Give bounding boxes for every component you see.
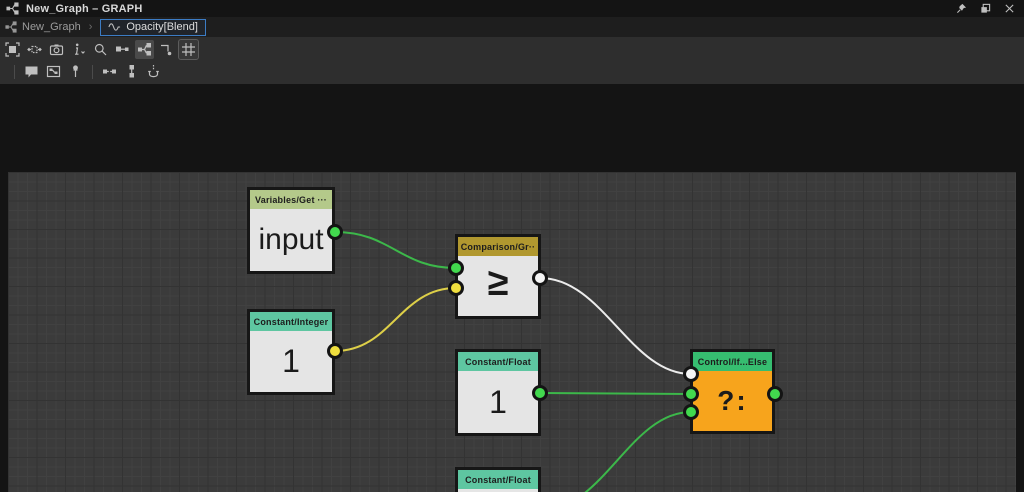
- node-value: ?:: [693, 371, 772, 431]
- node-header: Constant/Integer: [250, 312, 332, 331]
- port-in-ifelse-true[interactable]: [683, 386, 699, 402]
- stack-nodes-icon: [129, 65, 134, 78]
- port-out-compare[interactable]: [532, 270, 548, 286]
- node-header: Comparison/Gr··: [458, 237, 538, 256]
- marquee-select-button[interactable]: [3, 40, 22, 59]
- wire-input-to-compare[interactable]: [334, 231, 457, 269]
- node-header: Constant/Float: [458, 470, 538, 489]
- fit-view-button[interactable]: [25, 40, 44, 59]
- pin-window-button[interactable]: [952, 1, 970, 16]
- toolbar-row-2: [10, 62, 163, 81]
- restore-window-button[interactable]: [976, 1, 994, 16]
- node-greater-equal[interactable]: Comparison/Gr·· ≥: [455, 234, 541, 319]
- branch-layout-button[interactable]: [135, 40, 154, 59]
- node-value: input: [258, 223, 324, 256]
- node-get-input[interactable]: Variables/Get ··· input: [247, 187, 335, 274]
- port-in-compare-a[interactable]: [448, 260, 464, 276]
- graph-app-icon: [6, 2, 19, 15]
- link-nodes-icon: [116, 46, 129, 52]
- pushpin-icon: [73, 65, 78, 77]
- preview-thumbnail-button[interactable]: [44, 62, 63, 81]
- search-icon: [94, 43, 107, 56]
- title-bar: New_Graph – GRAPH: [0, 0, 1024, 17]
- node-if-else[interactable]: Control/If...Else ?:: [690, 349, 775, 434]
- node-value: 1: [489, 383, 507, 420]
- toolbar-separator: [92, 64, 93, 79]
- node-header: Variables/Get ···: [250, 190, 332, 209]
- window-title: New_Graph – GRAPH: [26, 2, 143, 15]
- port-out-const-int-1[interactable]: [327, 343, 343, 359]
- connect-ports-icon: [103, 69, 116, 74]
- toolbar-row-1: [3, 39, 199, 60]
- port-out-const-float-1[interactable]: [532, 385, 548, 401]
- port-in-ifelse-false[interactable]: [683, 404, 699, 420]
- wave-icon: [108, 23, 121, 31]
- node-value: ≥: [487, 262, 509, 304]
- port-out-get-input[interactable]: [327, 224, 343, 240]
- toolbar-separator: [14, 64, 15, 79]
- node-const-int-1[interactable]: Constant/Integer 1: [247, 309, 335, 395]
- wire-float0-to-ifelse[interactable]: [540, 411, 692, 492]
- port-out-ifelse[interactable]: [767, 386, 783, 402]
- link-nodes-button[interactable]: [113, 40, 132, 59]
- close-icon: [1004, 4, 1014, 13]
- chevron-right-icon: ›: [88, 21, 93, 33]
- info-dropdown-button[interactable]: [69, 40, 88, 59]
- wire-float1-to-ifelse[interactable]: [539, 392, 692, 395]
- toolbar: [0, 37, 1024, 84]
- tab-label: Opacity[Blend]: [126, 21, 198, 33]
- close-window-button[interactable]: [1000, 1, 1018, 16]
- camera-icon: [49, 44, 64, 56]
- pin-node-button[interactable]: [66, 62, 85, 81]
- graph-canvas[interactable]: Variables/Get ··· input Constant/Integer…: [8, 172, 1016, 492]
- node-const-float-1[interactable]: Constant/Float 1: [455, 349, 541, 436]
- breadcrumb-root[interactable]: New_Graph: [22, 21, 81, 33]
- port-in-compare-b[interactable]: [448, 280, 464, 296]
- wire-int1-to-compare[interactable]: [334, 287, 457, 352]
- stack-nodes-button[interactable]: [122, 62, 141, 81]
- elbow-connection-icon: [161, 44, 172, 56]
- zoom-search-button[interactable]: [91, 40, 110, 59]
- elbow-connection-button[interactable]: [157, 40, 176, 59]
- node-header: Control/If...Else: [693, 352, 772, 371]
- screenshot-button[interactable]: [47, 40, 66, 59]
- graph-crumb-icon: [5, 21, 17, 33]
- comment-bubble-icon: [25, 66, 38, 78]
- info-icon: [75, 43, 85, 55]
- connect-ports-button[interactable]: [100, 62, 119, 81]
- branch-layout-icon: [138, 43, 151, 56]
- grid-frame-icon: [182, 43, 195, 56]
- tab-opacity-blend[interactable]: Opacity[Blend]: [100, 18, 206, 36]
- comment-button[interactable]: [22, 62, 41, 81]
- snap-magnet-icon: [148, 65, 159, 78]
- grid-snap-button[interactable]: [178, 39, 199, 60]
- graph-editor-window: New_Graph – GRAPH New_Graph › Opacity[Bl…: [0, 0, 1024, 492]
- restore-icon: [980, 3, 990, 13]
- fit-view-icon: [27, 45, 42, 54]
- snap-magnet-button[interactable]: [144, 62, 163, 81]
- canvas-frame: Variables/Get ··· input Constant/Integer…: [0, 84, 1024, 492]
- node-value: 1: [282, 343, 300, 379]
- node-const-float-0[interactable]: Constant/Float 0: [455, 467, 541, 492]
- port-in-ifelse-cond[interactable]: [683, 366, 699, 382]
- preview-thumbnail-icon: [46, 65, 61, 78]
- wire-layer: [334, 231, 692, 492]
- pin-icon: [956, 3, 966, 14]
- breadcrumb: New_Graph › Opacity[Blend]: [0, 17, 1024, 37]
- marquee-select-icon: [5, 42, 20, 57]
- node-header: Constant/Float: [458, 352, 538, 371]
- wire-compare-to-ifelse[interactable]: [539, 277, 692, 375]
